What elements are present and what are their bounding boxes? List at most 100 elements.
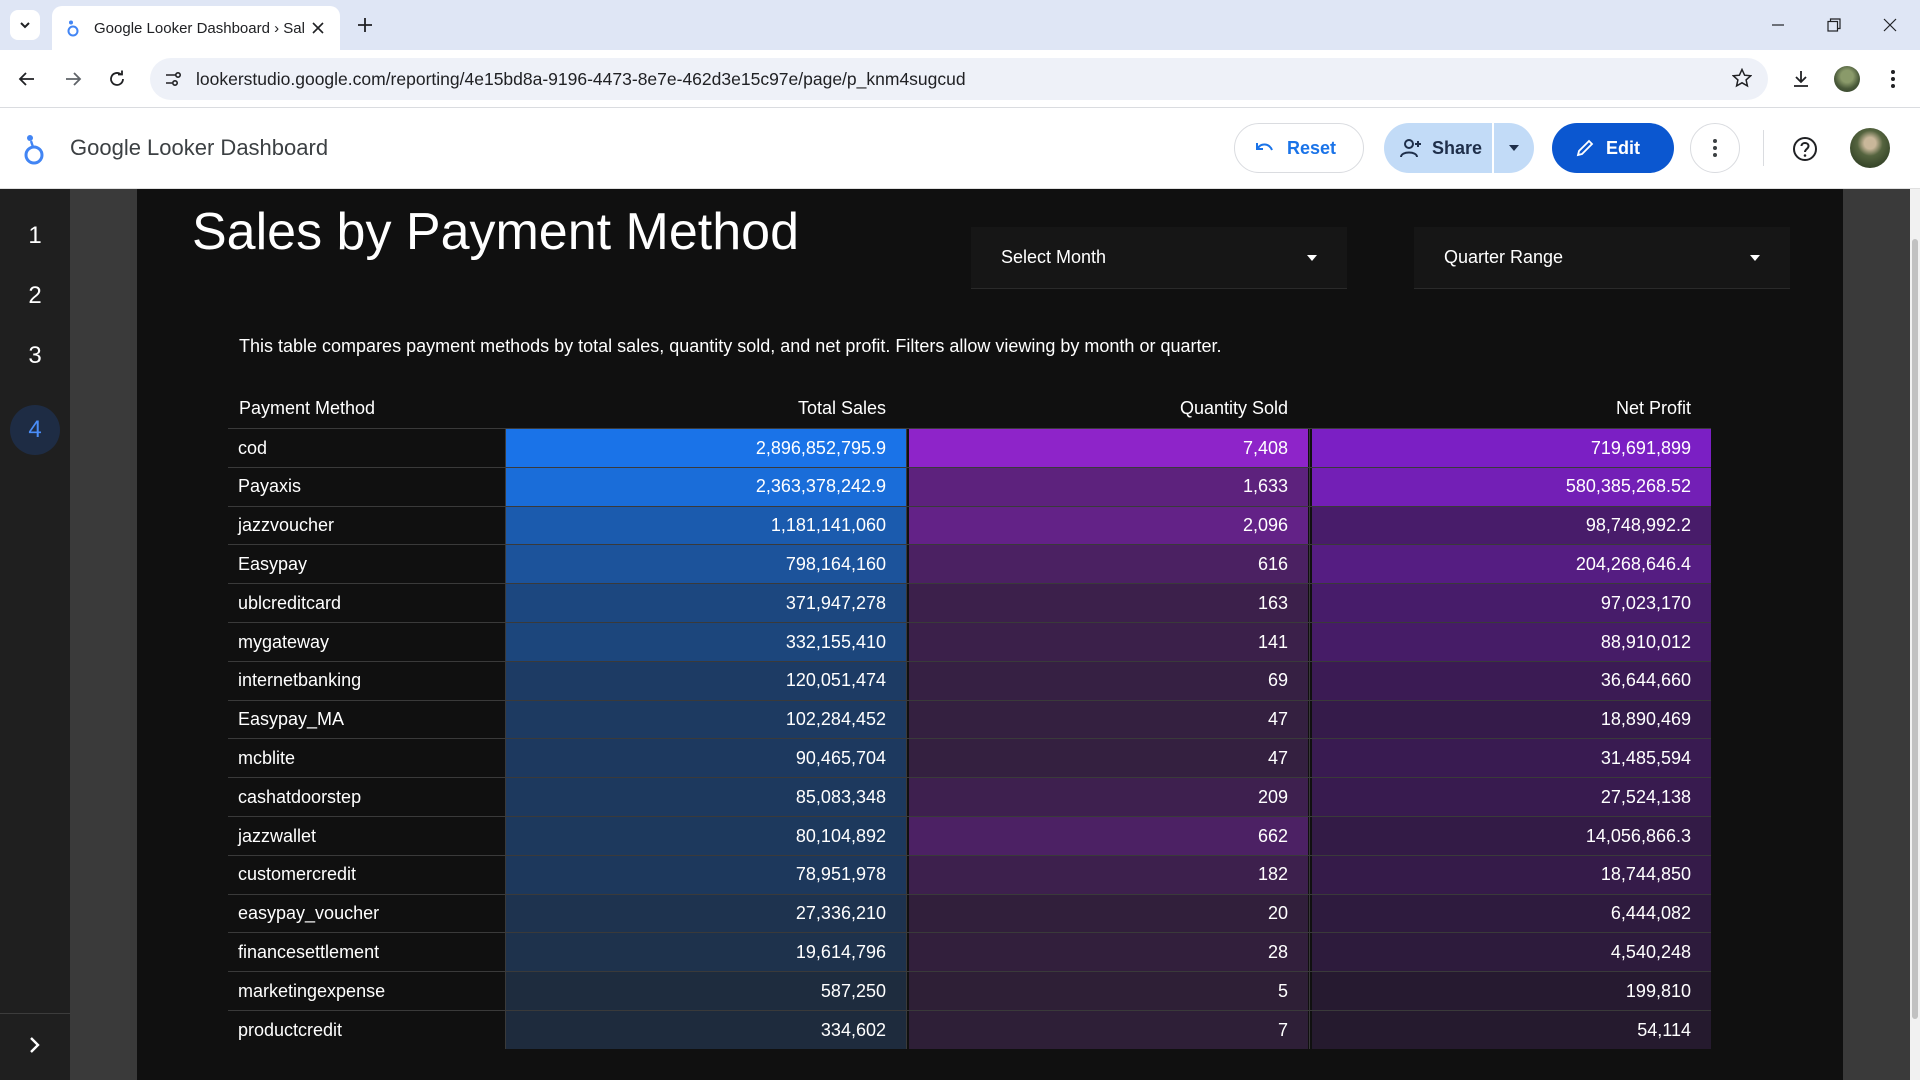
payment-method-cell: jazzwallet xyxy=(238,825,317,846)
total-sales-cell: 1,181,141,060 xyxy=(505,506,906,545)
table-row[interactable]: customercredit 78,951,978 182 18,744,850 xyxy=(228,854,1711,894)
tab-list-icon xyxy=(20,22,30,29)
quantity-sold-cell: 1,633 xyxy=(909,467,1308,506)
bookmark-button[interactable] xyxy=(1731,67,1753,93)
reload-icon xyxy=(110,70,124,86)
page-link-4[interactable]: 4 xyxy=(10,405,60,455)
browser-tab-active[interactable]: Google Looker Dashboard › Sal xyxy=(52,6,340,50)
quantity-sold-cell: 209 xyxy=(909,778,1308,817)
quantity-sold-cell: 5 xyxy=(909,972,1308,1011)
total-sales-cell: 102,284,452 xyxy=(505,700,906,739)
more-vert-icon xyxy=(1713,139,1717,157)
payment-method-cell: Easypay xyxy=(238,553,308,574)
looker-logo-icon xyxy=(24,135,44,165)
share-button[interactable]: Share xyxy=(1384,123,1492,173)
table-row[interactable]: cashatdoorstep 85,083,348 209 27,524,138 xyxy=(228,777,1711,817)
edit-button[interactable]: Edit xyxy=(1552,123,1674,173)
share-button-group: Share xyxy=(1384,123,1534,173)
total-sales-cell: 85,083,348 xyxy=(505,778,906,817)
restore-icon xyxy=(1827,18,1841,32)
reset-button[interactable]: Reset xyxy=(1234,123,1364,173)
total-sales-cell: 587,250 xyxy=(505,972,906,1011)
quantity-sold-cell: 7,408 xyxy=(909,429,1308,467)
month-filter-label: Select Month xyxy=(1001,247,1107,267)
quantity-sold-cell: 163 xyxy=(909,584,1308,623)
profile-button[interactable] xyxy=(1832,64,1862,94)
scrollbar-thumb[interactable] xyxy=(1912,239,1918,1019)
forward-button[interactable] xyxy=(58,64,88,94)
new-tab-button[interactable] xyxy=(352,12,378,38)
browser-toolbar: lookerstudio.google.com/reporting/4e15bd… xyxy=(0,50,1920,108)
header-net-profit[interactable]: Net Profit xyxy=(1311,398,1691,419)
table-row[interactable]: ublcreditcard 371,947,278 163 97,023,170 xyxy=(228,583,1711,623)
payment-method-cell: customercredit xyxy=(238,864,357,885)
report-name[interactable]: Google Looker Dashboard xyxy=(70,135,328,161)
share-dropdown-button[interactable] xyxy=(1492,123,1534,173)
page-link-1[interactable]: 1 xyxy=(10,211,60,261)
restore-button[interactable] xyxy=(1812,8,1856,42)
payment-method-cell: productcredit xyxy=(238,1019,343,1040)
header-payment-method[interactable]: Payment Method xyxy=(239,398,375,419)
payment-method-cell: easypay_voucher xyxy=(238,903,380,924)
payment-method-cell: mygateway xyxy=(238,631,330,652)
dropdown-icon xyxy=(1750,254,1760,261)
column-divider xyxy=(1309,428,1310,1049)
month-filter[interactable]: Select Month xyxy=(971,227,1347,289)
table-row[interactable]: productcredit 334,602 7 54,114 xyxy=(228,1010,1711,1049)
expand-page-nav-button[interactable] xyxy=(22,1032,48,1058)
more-options-button[interactable] xyxy=(1690,123,1740,173)
table-row[interactable]: easypay_voucher 27,336,210 20 6,444,082 xyxy=(228,893,1711,933)
table-row[interactable]: cod 2,896,852,795.9 7,408 719,691,899 xyxy=(228,428,1711,467)
quarter-filter[interactable]: Quarter Range xyxy=(1414,227,1790,289)
help-button[interactable] xyxy=(1790,134,1820,164)
forward-icon xyxy=(66,72,82,86)
tab-list-button[interactable] xyxy=(10,10,40,40)
download-icon xyxy=(1794,71,1808,87)
minimize-button[interactable] xyxy=(1756,8,1800,42)
table-row[interactable]: mcblite 90,465,704 47 31,485,594 xyxy=(228,738,1711,778)
vertical-scrollbar[interactable] xyxy=(1910,189,1920,1080)
header-total-sales[interactable]: Total Sales xyxy=(505,398,886,419)
downloads-button[interactable] xyxy=(1786,64,1816,94)
net-profit-cell: 97,023,170 xyxy=(1312,584,1711,623)
pencil-icon xyxy=(1576,139,1594,157)
tab-title: Google Looker Dashboard › Sal xyxy=(94,19,305,37)
total-sales-cell: 120,051,474 xyxy=(505,661,906,700)
site-info-button[interactable] xyxy=(158,64,188,94)
table-row[interactable]: mygateway 332,155,410 141 88,910,012 xyxy=(228,622,1711,661)
report-title: Sales by Payment Method xyxy=(192,203,799,261)
quantity-sold-cell: 2,096 xyxy=(909,506,1308,545)
chrome-menu-button[interactable] xyxy=(1878,64,1908,94)
account-avatar[interactable] xyxy=(1850,128,1890,168)
close-window-button[interactable] xyxy=(1868,8,1912,42)
back-button[interactable] xyxy=(12,64,42,94)
address-bar[interactable]: lookerstudio.google.com/reporting/4e15bd… xyxy=(150,58,1768,100)
table-row[interactable]: Easypay 798,164,160 616 204,268,646.4 xyxy=(228,544,1711,584)
net-profit-cell: 98,748,992.2 xyxy=(1312,506,1711,545)
net-profit-cell: 6,444,082 xyxy=(1312,894,1711,933)
header-quantity-sold[interactable]: Quantity Sold xyxy=(908,398,1288,419)
net-profit-cell: 4,540,248 xyxy=(1312,933,1711,972)
table-row[interactable]: internetbanking 120,051,474 69 36,644,660 xyxy=(228,660,1711,700)
tab-close-button[interactable] xyxy=(308,18,328,38)
plus-icon xyxy=(358,18,372,32)
table-row[interactable]: Easypay_MA 102,284,452 47 18,890,469 xyxy=(228,699,1711,739)
column-divider xyxy=(505,428,506,1049)
net-profit-cell: 54,114 xyxy=(1312,1011,1711,1049)
table-row[interactable]: financesettlement 19,614,796 28 4,540,248 xyxy=(228,932,1711,972)
page-link-2[interactable]: 2 xyxy=(10,271,60,321)
payment-method-cell: cashatdoorstep xyxy=(238,786,362,807)
payment-method-cell: financesettlement xyxy=(238,941,380,962)
reload-button[interactable] xyxy=(102,64,132,94)
page-link-3[interactable]: 3 xyxy=(10,331,60,381)
looker-favicon xyxy=(67,20,79,37)
table-row[interactable]: jazzwallet 80,104,892 662 14,056,866.3 xyxy=(228,816,1711,855)
payment-method-cell: mcblite xyxy=(238,747,296,768)
table-row[interactable]: marketingexpense 587,250 5 199,810 xyxy=(228,971,1711,1011)
table-row[interactable]: Payaxis 2,363,378,242.9 1,633 580,385,268.5… xyxy=(228,466,1711,506)
site-info-icon xyxy=(166,71,182,87)
table-row[interactable]: jazzvoucher 1,181,141,060 2,096 98,748,992.… xyxy=(228,505,1711,545)
close-window-icon xyxy=(1883,18,1897,32)
total-sales-cell: 2,363,378,242.9 xyxy=(505,467,906,506)
person-add-icon xyxy=(1400,139,1421,158)
